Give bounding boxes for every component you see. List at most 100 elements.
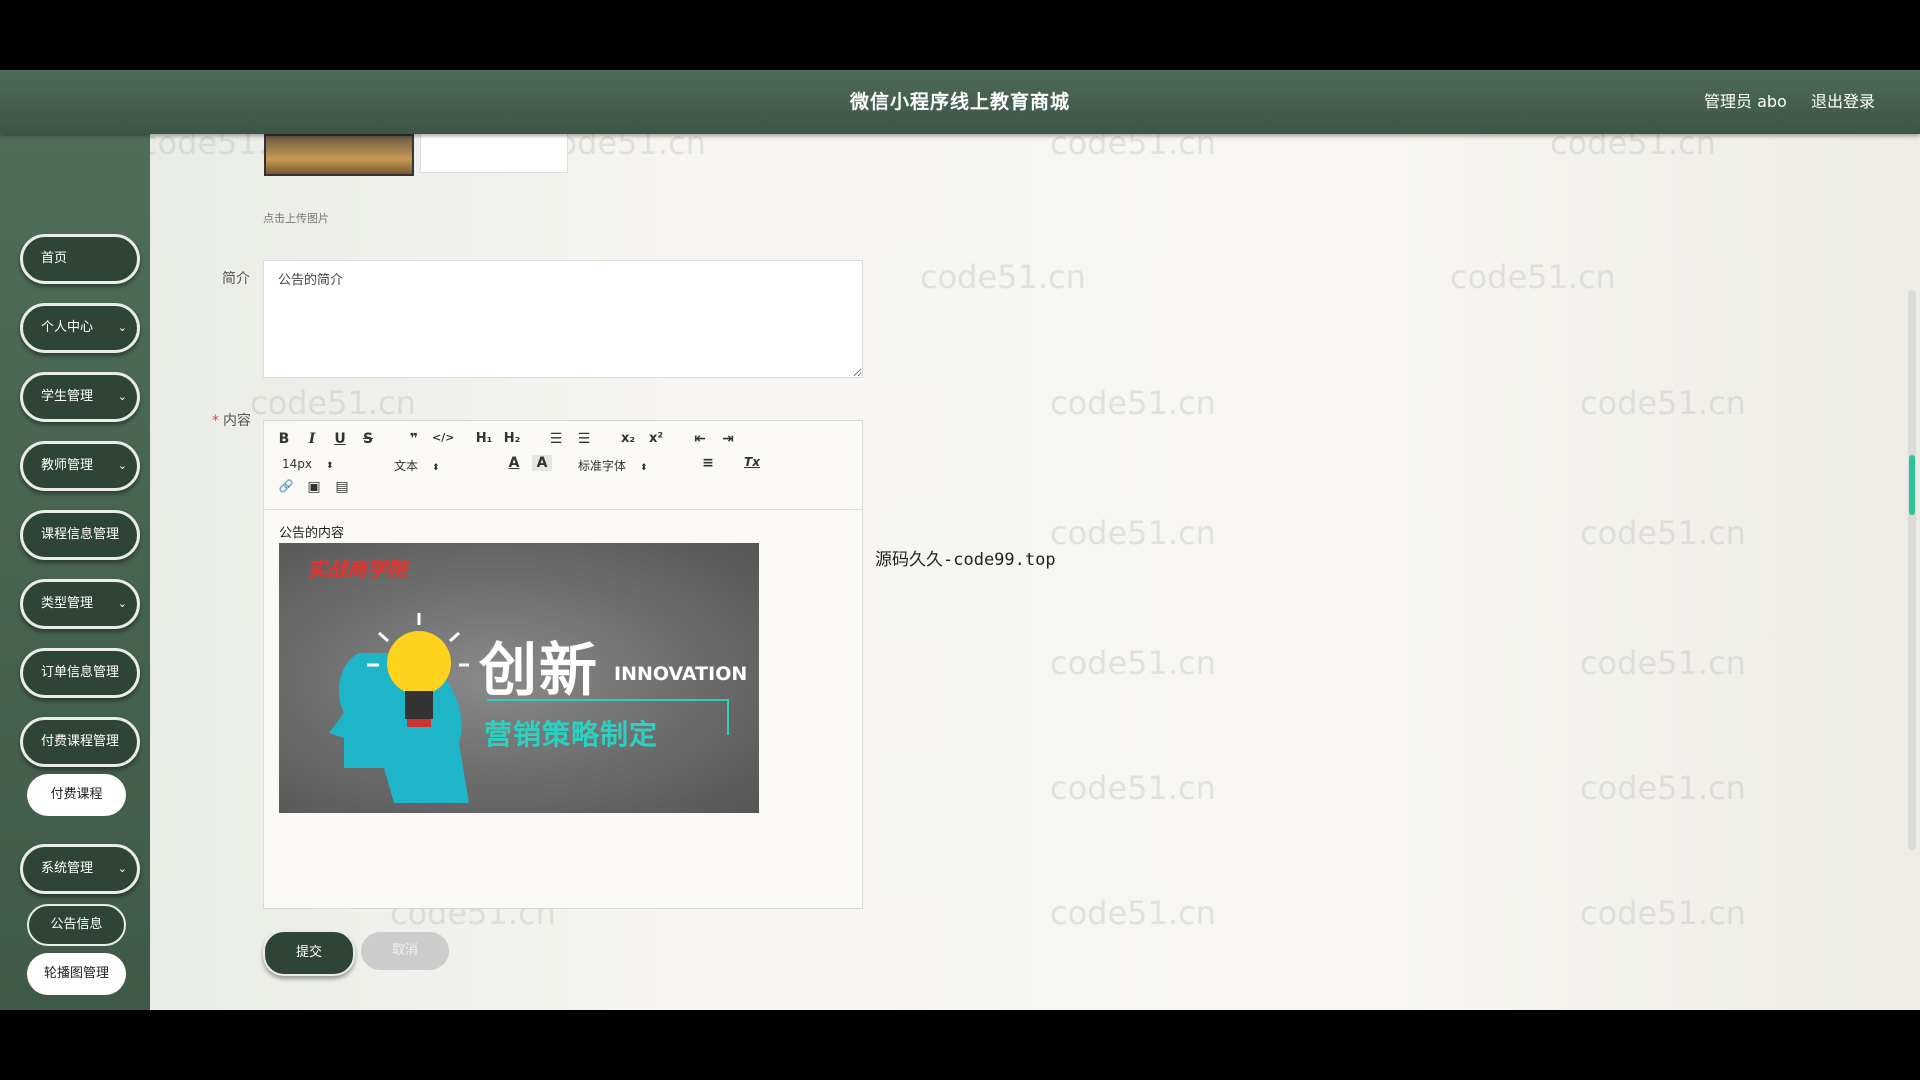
- content-banner-image: 实战商学院 创新 INNOVATION 营销策略制定: [279, 543, 759, 813]
- watermark: code51.cn: [920, 258, 1086, 296]
- format-value: 文本: [394, 459, 419, 473]
- admin-user-label: 管理员 abo: [1704, 92, 1787, 111]
- sidebar-item-order-info-management[interactable]: 订单信息管理: [20, 648, 140, 698]
- watermark: code51.cn: [1450, 258, 1616, 296]
- watermark: code51.cn: [250, 384, 416, 422]
- content-label-text: 内容: [223, 413, 251, 429]
- top-bar: 微信小程序线上教育商城 管理员 abo 退出登录: [0, 70, 1920, 134]
- sidebar-item-label: 订单信息管理: [41, 665, 120, 680]
- subscript-button[interactable]: x₂: [618, 431, 638, 446]
- link-icon[interactable]: 🔗: [276, 479, 296, 493]
- logout-link[interactable]: 退出登录: [1811, 70, 1875, 134]
- chevron-down-icon: ⌄: [117, 862, 127, 875]
- sidebar-item-label: 课程信息管理: [41, 527, 120, 542]
- banner-college-text: 实战商学院: [307, 557, 407, 581]
- sidebar-item-home[interactable]: 首页: [20, 234, 140, 284]
- chevron-down-icon: ⌄: [117, 321, 127, 334]
- font-family-select[interactable]: 标准字体 ⬍: [578, 457, 648, 474]
- strikethrough-button[interactable]: S: [358, 431, 378, 447]
- background-color-icon[interactable]: A: [532, 455, 552, 471]
- head-bulb-illustration: [329, 613, 469, 803]
- updown-icon: ⬍: [640, 463, 648, 473]
- watermark: code51.cn: [1580, 769, 1746, 807]
- scroll-thumb[interactable]: [1909, 455, 1915, 515]
- watermark: code51.cn: [1050, 514, 1216, 552]
- updown-icon: ⬍: [432, 463, 440, 473]
- watermark: code51.cn: [1580, 514, 1746, 552]
- sidebar-item-label: 个人中心: [41, 320, 94, 335]
- chevron-down-icon: ⌄: [117, 459, 127, 472]
- watermark: code51.cn: [1050, 894, 1216, 932]
- sidebar-item-label: 教师管理: [41, 458, 94, 473]
- rich-text-editor: B I U S ❞ </> H₁ H₂ ☰ ☰ x₂ x² ⇤ ⇥ 14px ⬍ …: [263, 420, 863, 909]
- content-label: * 内容: [212, 410, 251, 430]
- sidebar-item-label: 付费课程管理: [41, 734, 120, 749]
- page-scrollbar[interactable]: [1908, 290, 1916, 850]
- underline-button[interactable]: U: [330, 431, 350, 447]
- cancel-button[interactable]: 取消: [361, 932, 449, 970]
- watermark: code51.cn: [1050, 384, 1216, 422]
- format-select[interactable]: 文本 ⬍: [394, 457, 440, 474]
- sidebar-item-personal-center[interactable]: 个人中心 ⌄: [20, 303, 140, 353]
- image-upload-box[interactable]: [420, 134, 568, 173]
- superscript-button[interactable]: x²: [646, 431, 666, 446]
- sidebar-item-label: 系统管理: [41, 861, 94, 876]
- sidebar-subitem-announcement[interactable]: 公告信息: [27, 904, 126, 946]
- sidebar-item-label: 学生管理: [41, 389, 94, 404]
- watermark: code51.cn: [1580, 384, 1746, 422]
- editor-content-area[interactable]: 公告的内容 实战商学院 创新 INNOVATION 营销策略制定: [264, 509, 862, 908]
- sidebar-item-label: 付费课程: [50, 787, 103, 802]
- chevron-down-icon: ⌄: [117, 597, 127, 610]
- watermark: code51.cn: [1050, 769, 1216, 807]
- sidebar-subitem-paid-course[interactable]: 付费课程: [27, 774, 126, 816]
- indent-icon[interactable]: ⇥: [718, 431, 738, 447]
- outdent-icon[interactable]: ⇤: [690, 431, 710, 447]
- sidebar-item-type-management[interactable]: 类型管理 ⌄: [20, 579, 140, 629]
- chevron-down-icon: ⌄: [117, 390, 127, 403]
- banner-headline: 创新: [479, 636, 600, 704]
- sidebar-item-label: 公告信息: [50, 917, 103, 932]
- bullet-list-icon[interactable]: ☰: [574, 431, 594, 447]
- sidebar: 首页 个人中心 ⌄ 学生管理 ⌄ 教师管理 ⌄ 课程信息管理 类型管理 ⌄ 订单信息管理…: [0, 134, 150, 1010]
- uploaded-image-thumbnail[interactable]: [264, 134, 414, 176]
- watermark: code51.cn: [1050, 644, 1216, 682]
- italic-button[interactable]: I: [302, 431, 322, 447]
- ordered-list-icon[interactable]: ☰: [546, 431, 566, 447]
- source-note: 源码久久-code99.top: [875, 550, 1056, 570]
- editor-text: 公告的内容: [279, 526, 345, 541]
- heading1-button[interactable]: H₁: [474, 431, 494, 446]
- sidebar-subitem-carousel-management[interactable]: 轮播图管理: [27, 953, 126, 995]
- code-icon[interactable]: </>: [432, 431, 454, 444]
- submit-button[interactable]: 提交: [263, 930, 355, 976]
- image-icon[interactable]: ▣: [304, 479, 324, 495]
- intro-textarea[interactable]: 公告的简介: [263, 260, 863, 378]
- watermark: code51.cn: [1580, 894, 1746, 932]
- banner-subtitle: 营销策略制定: [484, 718, 659, 751]
- quote-icon[interactable]: ❞: [404, 431, 424, 447]
- sidebar-item-label: 首页: [41, 251, 68, 266]
- intro-label: 简介: [222, 271, 250, 287]
- clear-format-icon[interactable]: Tx: [742, 455, 762, 469]
- bold-button[interactable]: B: [274, 431, 294, 447]
- font-color-icon[interactable]: A: [504, 455, 524, 471]
- font-size-select[interactable]: 14px ⬍: [282, 457, 334, 471]
- required-mark: *: [212, 413, 219, 429]
- watermark: code51.cn: [1580, 644, 1746, 682]
- updown-icon: ⬍: [326, 461, 334, 471]
- font-size-value: 14px: [282, 457, 312, 471]
- sidebar-item-course-info-management[interactable]: 课程信息管理: [20, 510, 140, 560]
- sidebar-item-paid-course-management[interactable]: 付费课程管理: [20, 717, 140, 767]
- video-icon[interactable]: ▤: [332, 479, 352, 495]
- font-family-value: 标准字体: [578, 459, 627, 473]
- app-window: 微信小程序线上教育商城 管理员 abo 退出登录 首页 个人中心 ⌄ 学生管理 ⌄ …: [0, 70, 1920, 1010]
- sidebar-item-label: 类型管理: [41, 596, 94, 611]
- sidebar-item-student-management[interactable]: 学生管理 ⌄: [20, 372, 140, 422]
- align-icon[interactable]: ≡: [698, 455, 718, 471]
- editor-toolbar: B I U S ❞ </> H₁ H₂ ☰ ☰ x₂ x² ⇤ ⇥ 14px ⬍ …: [264, 421, 862, 510]
- upload-hint: 点击上传图片: [263, 212, 329, 225]
- sidebar-item-teacher-management[interactable]: 教师管理 ⌄: [20, 441, 140, 491]
- app-title: 微信小程序线上教育商城: [849, 91, 1070, 113]
- sidebar-item-system-management[interactable]: 系统管理 ⌄: [20, 844, 140, 894]
- heading2-button[interactable]: H₂: [502, 431, 522, 446]
- sidebar-item-label: 轮播图管理: [43, 966, 109, 981]
